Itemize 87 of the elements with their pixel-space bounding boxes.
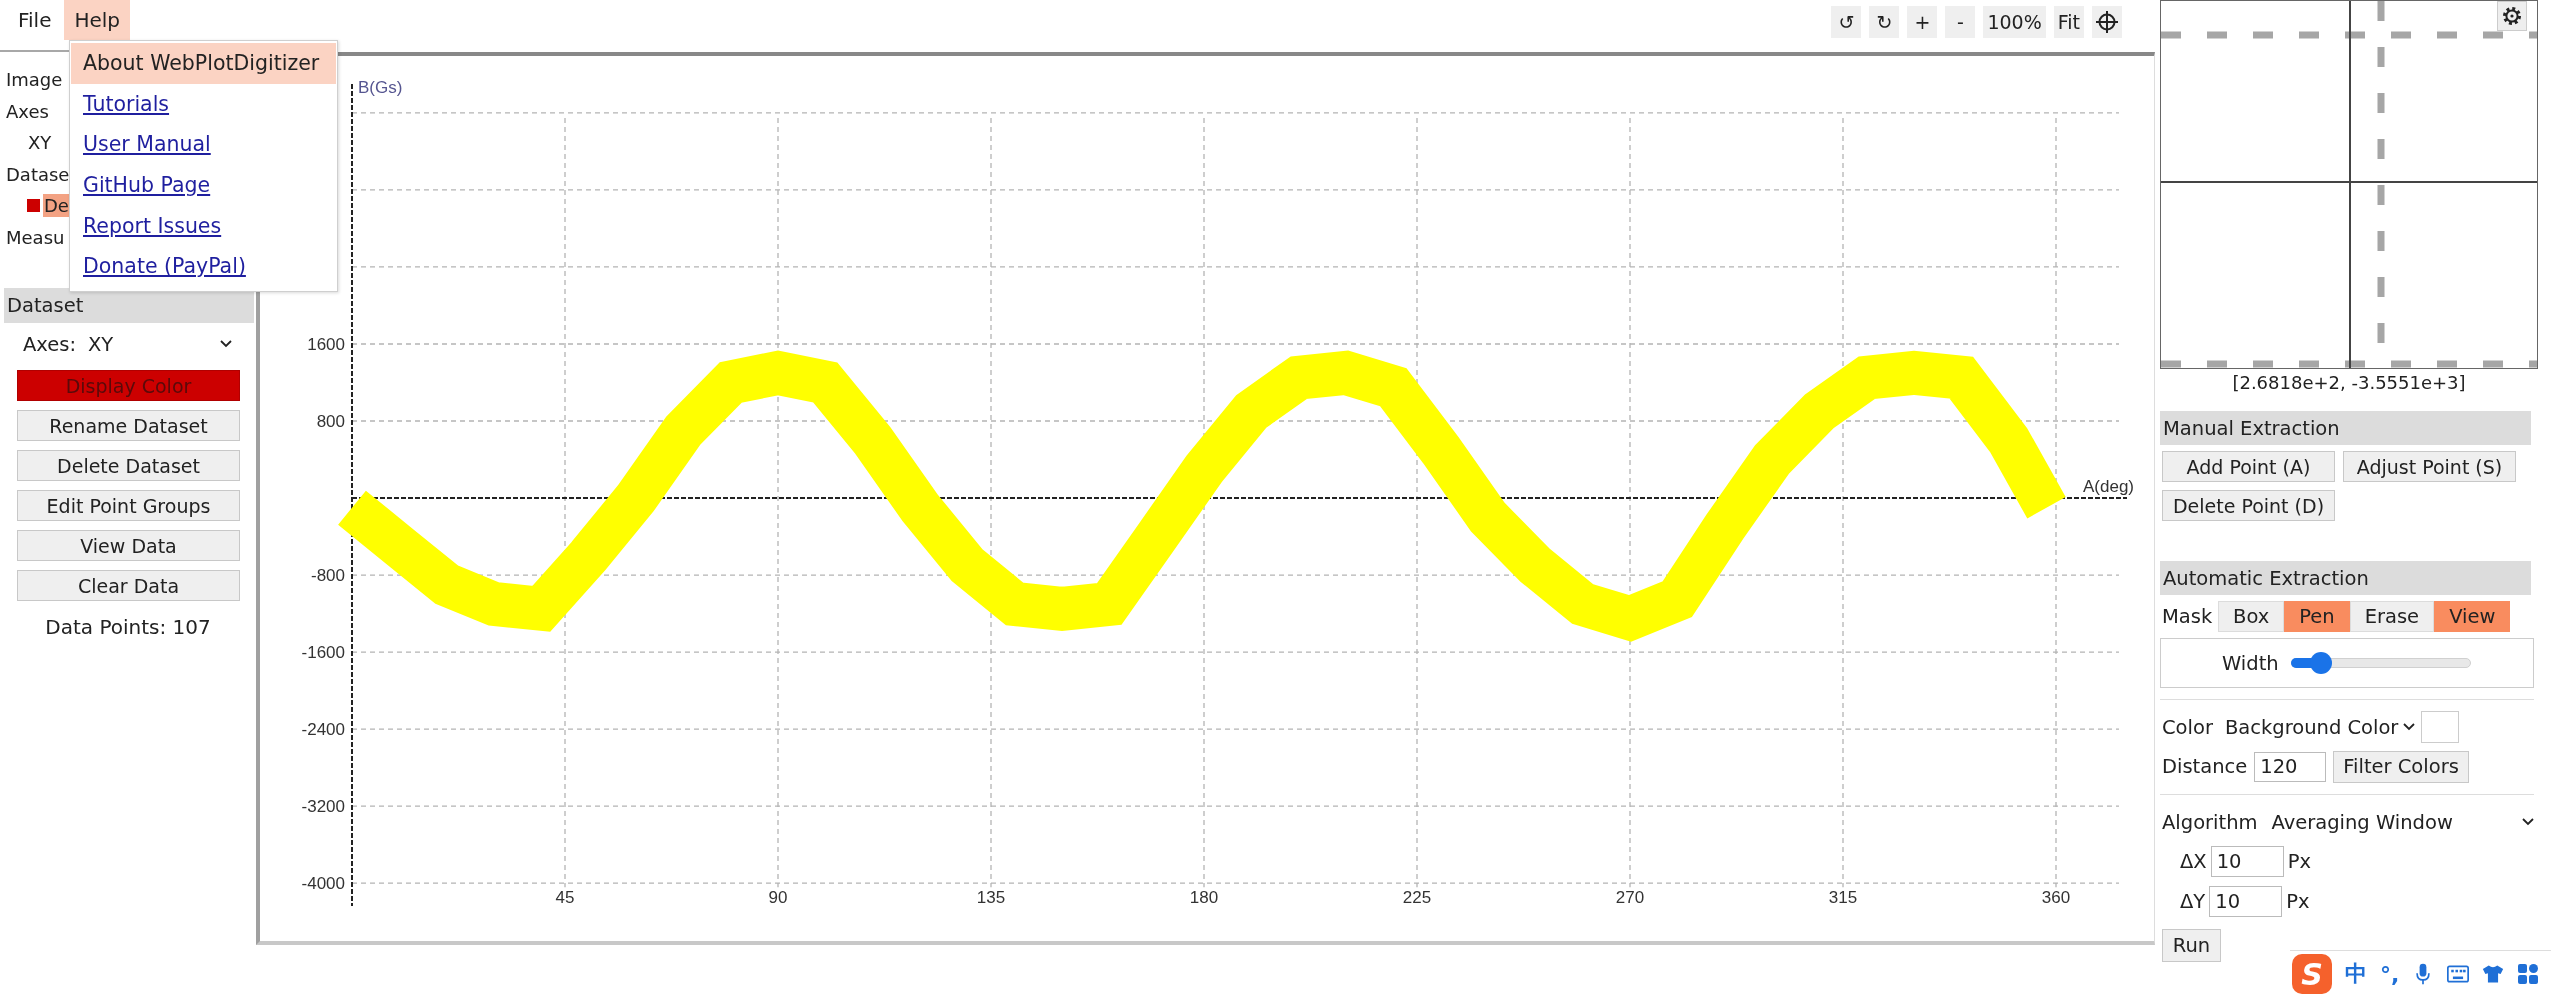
- axis-tick-label: 315: [1828, 888, 1858, 908]
- unit-label: Px: [2287, 850, 2311, 873]
- width-slider[interactable]: [2290, 652, 2471, 674]
- axis-title: B(Gs): [358, 78, 403, 97]
- axis-tick-label: 1600: [307, 335, 345, 354]
- color-label: Color: [2162, 715, 2213, 739]
- algorithm-label: Algorithm: [2162, 810, 2258, 834]
- axes-label: Axes:: [23, 332, 76, 356]
- delta-label: ΔY: [2180, 890, 2206, 913]
- zoom-in-button[interactable]: +: [1907, 6, 1938, 38]
- filter-colors-button[interactable]: Filter Colors: [2333, 750, 2469, 783]
- menu-link[interactable]: GitHub Page: [71, 164, 336, 206]
- dataset-action-button[interactable]: Clear Data: [17, 570, 240, 601]
- distance-label: Distance: [2162, 755, 2248, 778]
- menu-link[interactable]: Tutorials: [71, 83, 336, 125]
- tree-item[interactable]: XY: [27, 131, 53, 155]
- settings-icon: [2502, 6, 2522, 26]
- run-button[interactable]: Run: [2162, 929, 2221, 962]
- section-header: Manual Extraction: [2160, 411, 2531, 445]
- tree-item[interactable]: Image: [5, 68, 64, 92]
- mask-mode-button[interactable]: Erase: [2349, 601, 2435, 632]
- slider-thumb[interactable]: [2309, 652, 2332, 674]
- dataset-action-button[interactable]: Delete Dataset: [17, 450, 240, 481]
- mask-mode-button[interactable]: Box: [2218, 601, 2285, 632]
- mask-label: Mask: [2162, 605, 2214, 628]
- axis-tick-label: 360: [2041, 888, 2071, 908]
- caret-icon: [220, 340, 232, 348]
- axes-select[interactable]: XY: [88, 329, 232, 359]
- delete-point-button[interactable]: Delete Point (D): [2162, 490, 2335, 521]
- menu-item[interactable]: File: [8, 0, 62, 40]
- keyboard-icon[interactable]: [2447, 963, 2470, 985]
- rotate-right-button[interactable]: ↻: [1869, 6, 1900, 38]
- fit-button[interactable]: Fit: [2053, 6, 2084, 38]
- dataset-action-button[interactable]: Rename Dataset: [17, 410, 240, 441]
- distance-input[interactable]: 120: [2254, 751, 2327, 782]
- menu-item[interactable]: Help: [64, 0, 131, 40]
- unit-label: Px: [2286, 890, 2310, 913]
- menu-link[interactable]: User Manual: [71, 124, 336, 165]
- algorithm-select[interactable]: Averaging Window: [2271, 810, 2534, 834]
- axis-tick-label: 225: [1402, 888, 1432, 908]
- input-mode-indicator[interactable]: 中: [2345, 959, 2367, 989]
- shirt-icon[interactable]: [2482, 963, 2505, 985]
- cursor-coordinates: [2.6818e+2, -3.5551e+3]: [2231, 371, 2467, 395]
- axis-tick-label: 180: [1189, 888, 1219, 908]
- delta-label: ΔX: [2180, 850, 2207, 873]
- axis-tick-label: 270: [1615, 888, 1645, 908]
- axis-tick-label: -3200: [301, 797, 345, 817]
- tree-item[interactable]: De: [43, 194, 70, 218]
- width-label: Width: [2222, 651, 2279, 675]
- section-header: Automatic Extraction: [2160, 561, 2531, 595]
- dataset-action-button[interactable]: Edit Point Groups: [17, 490, 240, 521]
- axis-tick-label: -4000: [301, 874, 345, 894]
- tree-item[interactable]: Axes: [5, 99, 50, 123]
- caret-icon: [2521, 818, 2534, 826]
- data-points-count: Data Points: 107: [44, 615, 212, 639]
- dataset-action-button[interactable]: View Data: [17, 530, 240, 561]
- mask-mode-button[interactable]: View: [2434, 601, 2511, 632]
- axis-tick-label: 135: [976, 888, 1006, 908]
- adjust-point-button[interactable]: Adjust Point (S): [2343, 451, 2516, 482]
- axis-title: A(deg): [2082, 477, 2134, 497]
- menu-item[interactable]: About WebPlotDigitizer: [71, 43, 336, 84]
- caret-icon: [2403, 723, 2416, 731]
- section-header: Dataset: [4, 288, 254, 323]
- punctuation-indicator[interactable]: °,: [2380, 961, 2400, 987]
- add-point-button[interactable]: Add Point (A): [2162, 451, 2335, 482]
- axis-tick-label: 90: [768, 888, 788, 908]
- menu-link[interactable]: Donate (PayPal): [71, 245, 336, 287]
- menu-link[interactable]: Report Issues: [71, 205, 336, 246]
- color-mode-select[interactable]: Background Color: [2224, 715, 2416, 739]
- rotate-left-button[interactable]: ↺: [1831, 6, 1862, 38]
- mask-mode-button[interactable]: Pen: [2284, 601, 2350, 632]
- axis-tick-label: 800: [316, 412, 345, 431]
- delta-input[interactable]: 10: [2209, 886, 2283, 917]
- axis-tick-label: -1600: [301, 643, 345, 663]
- locate-button[interactable]: [2092, 6, 2122, 38]
- color-swatch[interactable]: [2421, 711, 2460, 743]
- axis-tick-label: -2400: [301, 720, 345, 740]
- crosshair-icon: [2096, 11, 2118, 33]
- settings-button[interactable]: [2497, 1, 2527, 31]
- tree-item[interactable]: Datase: [5, 162, 71, 186]
- axis-tick-label: -800: [310, 566, 345, 586]
- axis-tick-label: 45: [555, 888, 575, 908]
- tree-item[interactable]: Measu: [5, 225, 66, 249]
- grid-icon[interactable]: [2517, 963, 2540, 985]
- zoom-out-button[interactable]: -: [1945, 6, 1976, 38]
- delta-input[interactable]: 10: [2210, 846, 2284, 877]
- zoom-level-button[interactable]: 100%: [1983, 6, 2046, 38]
